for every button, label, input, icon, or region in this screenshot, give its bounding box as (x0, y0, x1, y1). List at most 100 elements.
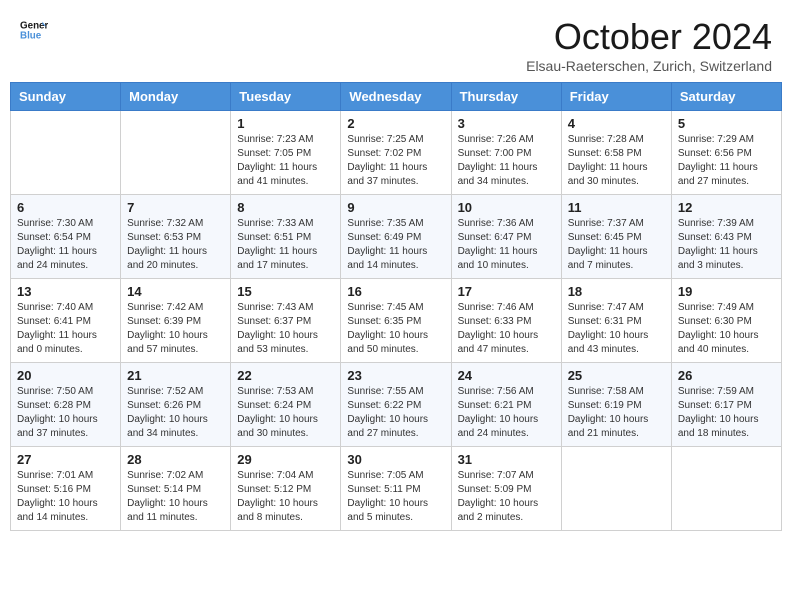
day-number: 26 (678, 368, 775, 383)
day-number: 18 (568, 284, 665, 299)
cell-info: Sunrise: 7:56 AM Sunset: 6:21 PM Dayligh… (458, 385, 555, 441)
calendar-cell: 13 Sunrise: 7:40 AM Sunset: 6:41 PM Dayli… (11, 279, 121, 363)
month-year-title: October 2024 (526, 16, 772, 58)
cell-info: Sunrise: 7:59 AM Sunset: 6:17 PM Dayligh… (678, 385, 775, 441)
calendar-cell (121, 111, 231, 195)
calendar-cell: 10 Sunrise: 7:36 AM Sunset: 6:47 PM Dayli… (451, 195, 561, 279)
cell-info: Sunrise: 7:45 AM Sunset: 6:35 PM Dayligh… (347, 301, 444, 357)
cell-info: Sunrise: 7:40 AM Sunset: 6:41 PM Dayligh… (17, 301, 114, 357)
day-number: 13 (17, 284, 114, 299)
svg-text:Blue: Blue (20, 30, 42, 41)
calendar-cell: 12Sunrise: 7:39 AM Sunset: 6:43 PM Dayli… (671, 195, 781, 279)
cell-info: Sunrise: 7:29 AM Sunset: 6:56 PM Dayligh… (678, 133, 775, 189)
cell-info: Sunrise: 7:30 AM Sunset: 6:54 PM Dayligh… (17, 217, 114, 273)
day-number: 1 (237, 116, 334, 131)
calendar-week-row: 13 Sunrise: 7:40 AM Sunset: 6:41 PM Dayli… (11, 279, 782, 363)
day-number: 23 (347, 368, 444, 383)
day-number: 25 (568, 368, 665, 383)
day-of-week-header: Saturday (671, 83, 781, 111)
calendar-cell: 20 Sunrise: 7:50 AM Sunset: 6:28 PM Dayli… (11, 363, 121, 447)
logo-icon: General Blue (20, 16, 48, 44)
day-number: 19 (678, 284, 775, 299)
day-number: 4 (568, 116, 665, 131)
calendar-cell: 28 Sunrise: 7:02 AM Sunset: 5:14 PM Dayli… (121, 447, 231, 531)
cell-info: Sunrise: 7:49 AM Sunset: 6:30 PM Dayligh… (678, 301, 775, 357)
calendar-cell: 14 Sunrise: 7:42 AM Sunset: 6:39 PM Dayli… (121, 279, 231, 363)
cell-info: Sunrise: 7:28 AM Sunset: 6:58 PM Dayligh… (568, 133, 665, 189)
calendar-cell: 26 Sunrise: 7:59 AM Sunset: 6:17 PM Dayli… (671, 363, 781, 447)
cell-info: Sunrise: 7:58 AM Sunset: 6:19 PM Dayligh… (568, 385, 665, 441)
calendar-table: SundayMondayTuesdayWednesdayThursdayFrid… (10, 82, 782, 531)
calendar-cell: 5Sunrise: 7:29 AM Sunset: 6:56 PM Daylig… (671, 111, 781, 195)
calendar-cell: 1 Sunrise: 7:23 AM Sunset: 7:05 PM Daylig… (231, 111, 341, 195)
calendar-cell: 9 Sunrise: 7:35 AM Sunset: 6:49 PM Daylig… (341, 195, 451, 279)
calendar-cell: 25 Sunrise: 7:58 AM Sunset: 6:19 PM Dayli… (561, 363, 671, 447)
cell-info: Sunrise: 7:02 AM Sunset: 5:14 PM Dayligh… (127, 469, 224, 525)
logo: General Blue (20, 16, 48, 44)
day-number: 30 (347, 452, 444, 467)
title-block: October 2024 Elsau-Raeterschen, Zurich, … (526, 16, 772, 74)
day-number: 17 (458, 284, 555, 299)
calendar-cell: 18 Sunrise: 7:47 AM Sunset: 6:31 PM Dayli… (561, 279, 671, 363)
cell-info: Sunrise: 7:23 AM Sunset: 7:05 PM Dayligh… (237, 133, 334, 189)
calendar-cell: 21 Sunrise: 7:52 AM Sunset: 6:26 PM Dayli… (121, 363, 231, 447)
day-of-week-header: Friday (561, 83, 671, 111)
day-number: 11 (568, 200, 665, 215)
cell-info: Sunrise: 7:42 AM Sunset: 6:39 PM Dayligh… (127, 301, 224, 357)
cell-info: Sunrise: 7:36 AM Sunset: 6:47 PM Dayligh… (458, 217, 555, 273)
cell-info: Sunrise: 7:32 AM Sunset: 6:53 PM Dayligh… (127, 217, 224, 273)
calendar-cell: 8 Sunrise: 7:33 AM Sunset: 6:51 PM Daylig… (231, 195, 341, 279)
calendar-cell (11, 111, 121, 195)
calendar-week-row: 20 Sunrise: 7:50 AM Sunset: 6:28 PM Dayli… (11, 363, 782, 447)
cell-info: Sunrise: 7:53 AM Sunset: 6:24 PM Dayligh… (237, 385, 334, 441)
location-subtitle: Elsau-Raeterschen, Zurich, Switzerland (526, 58, 772, 74)
calendar-cell: 29Sunrise: 7:04 AM Sunset: 5:12 PM Dayli… (231, 447, 341, 531)
calendar-cell: 22 Sunrise: 7:53 AM Sunset: 6:24 PM Dayli… (231, 363, 341, 447)
calendar-cell: 19 Sunrise: 7:49 AM Sunset: 6:30 PM Dayli… (671, 279, 781, 363)
cell-info: Sunrise: 7:04 AM Sunset: 5:12 PM Dayligh… (237, 469, 334, 525)
calendar-cell: 6Sunrise: 7:30 AM Sunset: 6:54 PM Daylig… (11, 195, 121, 279)
day-number: 20 (17, 368, 114, 383)
calendar-week-row: 6Sunrise: 7:30 AM Sunset: 6:54 PM Daylig… (11, 195, 782, 279)
cell-info: Sunrise: 7:05 AM Sunset: 5:11 PM Dayligh… (347, 469, 444, 525)
day-number: 10 (458, 200, 555, 215)
day-number: 28 (127, 452, 224, 467)
calendar-cell: 31 Sunrise: 7:07 AM Sunset: 5:09 PM Dayli… (451, 447, 561, 531)
calendar-week-row: 1 Sunrise: 7:23 AM Sunset: 7:05 PM Daylig… (11, 111, 782, 195)
day-number: 8 (237, 200, 334, 215)
calendar-cell: 30 Sunrise: 7:05 AM Sunset: 5:11 PM Dayli… (341, 447, 451, 531)
calendar-cell: 16 Sunrise: 7:45 AM Sunset: 6:35 PM Dayli… (341, 279, 451, 363)
day-of-week-header: Wednesday (341, 83, 451, 111)
calendar-cell: 23 Sunrise: 7:55 AM Sunset: 6:22 PM Dayli… (341, 363, 451, 447)
day-number: 22 (237, 368, 334, 383)
calendar-cell: 7 Sunrise: 7:32 AM Sunset: 6:53 PM Daylig… (121, 195, 231, 279)
cell-info: Sunrise: 7:47 AM Sunset: 6:31 PM Dayligh… (568, 301, 665, 357)
cell-info: Sunrise: 7:52 AM Sunset: 6:26 PM Dayligh… (127, 385, 224, 441)
cell-info: Sunrise: 7:25 AM Sunset: 7:02 PM Dayligh… (347, 133, 444, 189)
day-number: 14 (127, 284, 224, 299)
page-header: General Blue October 2024 Elsau-Raetersc… (0, 0, 792, 82)
day-number: 24 (458, 368, 555, 383)
cell-info: Sunrise: 7:55 AM Sunset: 6:22 PM Dayligh… (347, 385, 444, 441)
cell-info: Sunrise: 7:35 AM Sunset: 6:49 PM Dayligh… (347, 217, 444, 273)
day-number: 31 (458, 452, 555, 467)
calendar-cell: 17Sunrise: 7:46 AM Sunset: 6:33 PM Dayli… (451, 279, 561, 363)
calendar-cell: 15Sunrise: 7:43 AM Sunset: 6:37 PM Dayli… (231, 279, 341, 363)
day-number: 7 (127, 200, 224, 215)
cell-info: Sunrise: 7:07 AM Sunset: 5:09 PM Dayligh… (458, 469, 555, 525)
day-of-week-header: Tuesday (231, 83, 341, 111)
cell-info: Sunrise: 7:37 AM Sunset: 6:45 PM Dayligh… (568, 217, 665, 273)
day-number: 9 (347, 200, 444, 215)
day-number: 3 (458, 116, 555, 131)
calendar-cell: 24 Sunrise: 7:56 AM Sunset: 6:21 PM Dayli… (451, 363, 561, 447)
day-number: 21 (127, 368, 224, 383)
calendar-cell: 2Sunrise: 7:25 AM Sunset: 7:02 PM Daylig… (341, 111, 451, 195)
cell-info: Sunrise: 7:33 AM Sunset: 6:51 PM Dayligh… (237, 217, 334, 273)
day-number: 15 (237, 284, 334, 299)
calendar-cell: 27Sunrise: 7:01 AM Sunset: 5:16 PM Dayli… (11, 447, 121, 531)
calendar-cell (561, 447, 671, 531)
calendar-body: 1 Sunrise: 7:23 AM Sunset: 7:05 PM Daylig… (11, 111, 782, 531)
day-number: 16 (347, 284, 444, 299)
cell-info: Sunrise: 7:39 AM Sunset: 6:43 PM Dayligh… (678, 217, 775, 273)
cell-info: Sunrise: 7:50 AM Sunset: 6:28 PM Dayligh… (17, 385, 114, 441)
